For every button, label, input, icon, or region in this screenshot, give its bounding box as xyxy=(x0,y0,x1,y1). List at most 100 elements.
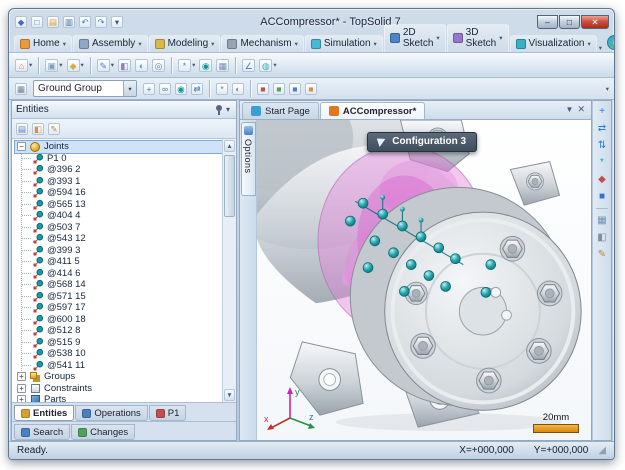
options-tab[interactable]: Options xyxy=(241,122,256,196)
tree-scrollbar[interactable]: ▲ ▼ xyxy=(222,139,236,402)
open-icon[interactable]: ▤ xyxy=(46,15,60,29)
tree-node-constraints[interactable]: +Constraints xyxy=(15,383,222,395)
panel-tab-operations[interactable]: Operations xyxy=(75,405,147,421)
edit-entity-icon[interactable]: ✎ xyxy=(47,122,61,136)
doc-tab-start-page[interactable]: Start Page xyxy=(242,102,319,119)
tree-node-groups[interactable]: +Groups xyxy=(15,371,222,383)
tree-item-joint[interactable]: @393 1 xyxy=(22,176,222,188)
qat-customize-icon[interactable]: ▾ xyxy=(110,15,124,29)
minimize-button[interactable]: – xyxy=(537,15,558,29)
tree-item-joint[interactable]: @503 7 xyxy=(22,222,222,234)
zoom-icon[interactable]: ⇅ xyxy=(594,138,610,153)
tab-mechanism[interactable]: Mechanism▾ xyxy=(221,35,303,52)
joint-tool-icon[interactable]: ◉ xyxy=(198,58,213,73)
tree-item-joint[interactable]: @597 17 xyxy=(22,302,222,314)
slider-joint-icon[interactable]: ⇄ xyxy=(190,82,204,96)
cam-icon[interactable]: ◐ xyxy=(231,82,245,96)
redo-icon[interactable]: ↷ xyxy=(94,15,108,29)
scrollbar-track[interactable] xyxy=(224,153,235,388)
resize-grip[interactable]: ◢ xyxy=(598,445,606,456)
expand-icon[interactable]: + xyxy=(17,372,26,381)
section-icon[interactable]: ◧ xyxy=(594,230,610,245)
expand-icon[interactable]: + xyxy=(17,384,26,393)
grid-icon[interactable]: ▦ xyxy=(594,213,610,228)
tree-item-joint[interactable]: @538 10 xyxy=(22,348,222,360)
mechanism-group-icon[interactable]: *▾ xyxy=(177,58,196,73)
group-view-icon[interactable]: ◧ xyxy=(31,122,45,136)
part-icon[interactable]: ◆▾ xyxy=(66,58,85,73)
tree-item-joint[interactable]: @411 5 xyxy=(22,256,222,268)
undo-icon[interactable]: ↶ xyxy=(78,15,92,29)
collapse-icon[interactable]: − xyxy=(17,142,26,151)
panel-tab-search[interactable]: Search xyxy=(14,424,70,440)
panel-tab-entities[interactable]: Entities xyxy=(14,405,74,421)
new-document-icon[interactable]: □ xyxy=(30,15,44,29)
expand-icon[interactable]: + xyxy=(17,395,26,402)
zoom-fit-icon[interactable]: + xyxy=(594,104,610,119)
constraint-tool-icon[interactable]: ▦ xyxy=(215,58,230,73)
scrollbar-thumb[interactable] xyxy=(224,155,235,217)
tab-3d-sketch[interactable]: 3D Sketch▾ xyxy=(447,24,509,52)
ribbon-overflow-icon[interactable]: ▾ xyxy=(599,44,602,52)
tree-node-joints[interactable]: −Joints xyxy=(15,141,222,153)
magnet-icon[interactable]: ◆ xyxy=(594,172,610,187)
save-icon[interactable]: ▥ xyxy=(62,15,76,29)
tree-item-joint[interactable]: @565 13 xyxy=(22,199,222,211)
tree-view-icon[interactable]: ▤ xyxy=(15,122,29,136)
doc-tabs-chevron-down-icon[interactable]: ▼ xyxy=(566,105,574,114)
red-state-icon[interactable]: ■ xyxy=(256,82,270,96)
tree-item-joint[interactable]: @515 9 xyxy=(22,337,222,349)
pan-icon[interactable]: ⇄ xyxy=(594,121,610,136)
orange-state-icon[interactable]: ■ xyxy=(304,82,318,96)
revolve-icon[interactable]: ◐ xyxy=(134,58,149,73)
edit-view-icon[interactable]: ✎ xyxy=(594,247,610,262)
home-group-icon[interactable]: ⌂▾ xyxy=(14,58,33,73)
iso-view-icon[interactable]: ■ xyxy=(594,189,610,204)
tree-item-joint[interactable]: @568 14 xyxy=(22,279,222,291)
3d-viewport[interactable]: Configuration 3 y x z xyxy=(257,120,591,440)
assembly-icon[interactable]: ▣▾ xyxy=(44,58,63,73)
tab-home[interactable]: Home▾ xyxy=(14,35,72,52)
tree-item-joint[interactable]: @399 3 xyxy=(22,245,222,257)
tab-modeling[interactable]: Modeling▾ xyxy=(149,35,221,52)
blue-state-icon[interactable]: ■ xyxy=(288,82,302,96)
link-icon[interactable]: ∞ xyxy=(158,82,172,96)
shape-icon[interactable]: ◧ xyxy=(117,58,132,73)
pivot-icon[interactable]: ◉ xyxy=(174,82,188,96)
tree-item-joint[interactable]: @543 12 xyxy=(22,233,222,245)
maximize-button[interactable]: □ xyxy=(559,15,580,29)
doc-tab-close-icon[interactable]: ✕ xyxy=(577,104,585,115)
visualization-tool-icon[interactable]: ◍▾ xyxy=(258,58,277,73)
panel-chevron-down-icon[interactable]: ▾ xyxy=(224,105,232,114)
scroll-down-icon[interactable]: ▼ xyxy=(224,389,235,401)
measure-icon[interactable]: ∠ xyxy=(241,58,256,73)
panel-tab-changes[interactable]: Changes xyxy=(71,424,135,440)
scroll-up-icon[interactable]: ▲ xyxy=(224,140,235,152)
green-state-icon[interactable]: ■ xyxy=(272,82,286,96)
tree-item-joint[interactable]: @404 4 xyxy=(22,210,222,222)
tree-item-joint[interactable]: P1 0 xyxy=(22,153,222,165)
tree-item-joint[interactable]: @396 2 xyxy=(22,164,222,176)
tree-node-parts[interactable]: +Parts xyxy=(15,394,222,402)
tab-assembly[interactable]: Assembly▾ xyxy=(73,35,148,52)
tree-item-joint[interactable]: @571 15 xyxy=(22,291,222,303)
hole-icon[interactable]: ◎ xyxy=(151,58,166,73)
tab-visualization[interactable]: Visualization▾ xyxy=(510,35,597,52)
ground-group-select[interactable]: Ground Group ▾ xyxy=(33,80,137,97)
sketch-icon[interactable]: ✎▾ xyxy=(96,58,115,73)
doc-tab-accompressor-[interactable]: ACCompressor* xyxy=(320,102,425,119)
close-button[interactable]: ✕ xyxy=(581,15,609,29)
tree-item-joint[interactable]: @600 18 xyxy=(22,314,222,326)
tree-item-joint[interactable]: @541 11 xyxy=(22,360,222,372)
app-logo-icon[interactable]: ◆ xyxy=(14,15,28,29)
ground-icon[interactable]: ▦ xyxy=(14,82,28,96)
tab-2d-sketch[interactable]: 2D Sketch▾ xyxy=(384,24,446,52)
add-joint-icon[interactable]: + xyxy=(142,82,156,96)
tab-simulation[interactable]: Simulation▾ xyxy=(305,35,383,52)
pin-icon[interactable] xyxy=(214,104,224,116)
sub-toolbar-overflow-icon[interactable]: ▾ xyxy=(606,85,609,93)
ground-group-dropdown-icon[interactable]: ▾ xyxy=(123,81,136,96)
tree-item-joint[interactable]: @414 6 xyxy=(22,268,222,280)
tree-item-joint[interactable]: @594 16 xyxy=(22,187,222,199)
tree-item-joint[interactable]: @512 8 xyxy=(22,325,222,337)
